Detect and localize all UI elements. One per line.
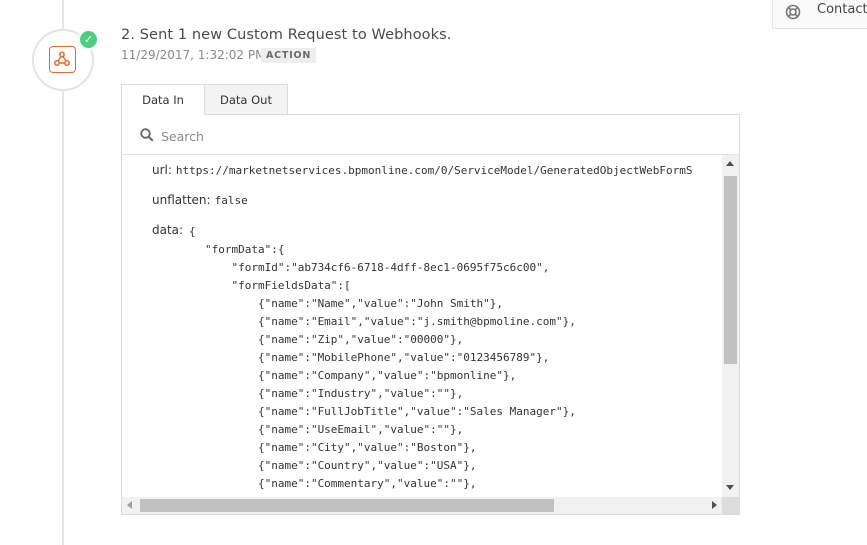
- data-key: data:: [152, 223, 184, 237]
- tab-data-out[interactable]: Data Out: [204, 84, 288, 115]
- webhooks-icon: [49, 46, 76, 73]
- step-timestamp: 11/29/2017, 1:32:02 PM: [121, 48, 266, 62]
- code-line: "formFieldsData":[: [152, 279, 351, 292]
- action-badge: ACTION: [261, 48, 317, 63]
- unflatten-key: unflatten:: [152, 193, 211, 207]
- search-icon: [140, 128, 154, 142]
- data-row: data:: [152, 223, 183, 237]
- code-line: {"name":"Zip","value":"00000"},: [152, 333, 464, 346]
- scrollbar-corner: [722, 497, 739, 514]
- step-node[interactable]: ✓: [32, 29, 99, 91]
- code-line: "formData":{: [152, 243, 285, 256]
- code-line: {"name":"Commentary","value":""},: [152, 477, 477, 490]
- check-icon: ✓: [78, 29, 99, 50]
- code-line: {"name":"Company","value":"bpmonline"},: [152, 369, 517, 382]
- horizontal-scrollbar[interactable]: [122, 497, 722, 514]
- url-value: https://marketnetservices.bpmonline.com/…: [175, 164, 693, 177]
- code-line: {: [189, 225, 196, 238]
- horizontal-scroll-thumb[interactable]: [140, 499, 554, 512]
- code-line: {"name":"Industry","value":""},: [152, 387, 464, 400]
- scroll-up-icon[interactable]: [726, 161, 734, 166]
- tab-data-in[interactable]: Data In: [121, 84, 205, 115]
- unflatten-row: unflatten: false: [152, 193, 248, 207]
- lifebuoy-icon: [785, 4, 801, 20]
- search-input[interactable]: [159, 124, 703, 148]
- search-bar: [122, 115, 739, 155]
- vertical-scrollbar[interactable]: [722, 155, 739, 497]
- code-line: {"name":"City","value":"Boston"},: [152, 441, 477, 454]
- url-row: url: https://marketnetservices.bpmonline.…: [152, 163, 692, 177]
- contact-label: Contact: [817, 2, 867, 17]
- contact-button[interactable]: Contact: [772, 0, 867, 29]
- scroll-right-icon[interactable]: [712, 501, 717, 509]
- code-line: {"name":"UseEmail","value":""},: [152, 423, 464, 436]
- data-content: url: https://marketnetservices.bpmonline.…: [122, 155, 722, 497]
- url-key: url:: [152, 163, 172, 177]
- vertical-scroll-thumb[interactable]: [724, 176, 737, 364]
- scroll-down-icon[interactable]: [726, 485, 734, 490]
- code-line: {"name":"MobilePhone","value":"012345678…: [152, 351, 550, 364]
- code-line: "formId":"ab734cf6-6718-4dff-8ec1-0695f7…: [152, 261, 550, 274]
- code-line: {"name":"FullJobTitle","value":"Sales Ma…: [152, 405, 576, 418]
- unflatten-value: false: [214, 194, 248, 207]
- step-title: 2. Sent 1 new Custom Request to Webhooks…: [121, 27, 452, 43]
- code-line: {"name":"Email","value":"j.smith@bpmolin…: [152, 315, 576, 328]
- code-line: {"name":"Name","value":"John Smith"},: [152, 297, 503, 310]
- code-line: {"name":"Country","value":"USA"},: [152, 459, 477, 472]
- scroll-left-icon[interactable]: [127, 501, 132, 509]
- data-panel: url:https://marketnetservices.bpmonline.…: [121, 114, 740, 515]
